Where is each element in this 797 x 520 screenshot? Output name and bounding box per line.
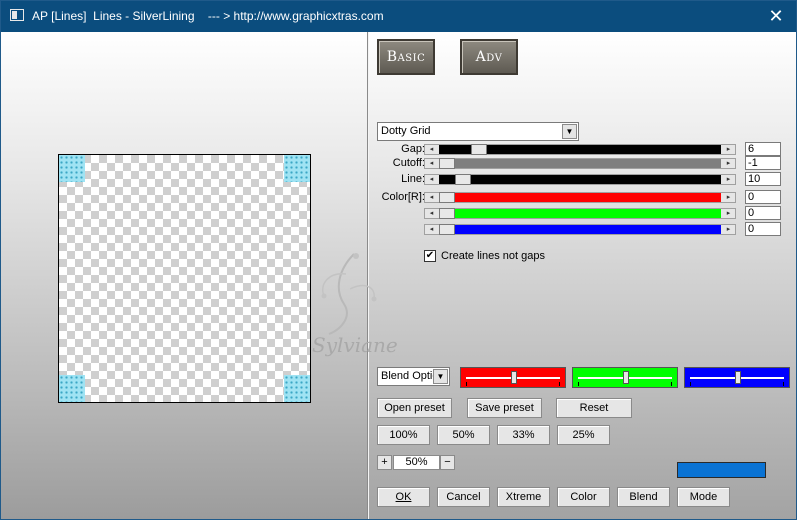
preview-canvas: [58, 154, 311, 403]
slider-left-arrow-icon[interactable]: ◂: [425, 145, 438, 154]
blend-red-knob[interactable]: [511, 371, 517, 384]
ok-button-label: OK: [395, 491, 412, 503]
chevron-down-icon: ▼: [562, 124, 577, 139]
xtreme-button-label: Xtreme: [505, 491, 542, 503]
slider-left-arrow-icon[interactable]: ◂: [425, 225, 438, 234]
slider-value-field[interactable]: 0: [745, 222, 781, 236]
zoom-100-button[interactable]: 100%: [377, 425, 430, 445]
mode-button-label: Mode: [689, 491, 718, 503]
title-bar: AP [Lines] Lines - SilverLining --- > ht…: [1, 1, 796, 32]
zoom-in-button[interactable]: +: [377, 455, 392, 470]
sylviane-watermark: Sylviane: [312, 253, 398, 357]
slider-left-arrow-icon[interactable]: ◂: [425, 175, 438, 184]
slider-right-arrow-icon[interactable]: ▸: [722, 225, 735, 234]
ok-button[interactable]: OK: [377, 487, 430, 507]
slider-thumb[interactable]: [471, 144, 488, 155]
zoom-25-button[interactable]: 25%: [557, 425, 610, 445]
reset-button[interactable]: Reset: [556, 398, 632, 418]
zoom-33-button[interactable]: 33%: [497, 425, 550, 445]
slider-label: Line:: [401, 173, 425, 185]
blend-red-slider[interactable]: [460, 367, 566, 388]
cancel-button[interactable]: Cancel: [437, 487, 490, 507]
slider-label: Cutoff:: [392, 157, 425, 169]
blend-button-label: Blend: [629, 491, 658, 503]
slider-right-arrow-icon[interactable]: ▸: [722, 193, 735, 202]
watermark-text: Sylviane: [312, 333, 398, 357]
color-button[interactable]: Color: [557, 487, 610, 507]
slider-thumb[interactable]: [455, 174, 472, 185]
cancel-button-label: Cancel: [446, 491, 481, 503]
slider-left-arrow-icon[interactable]: ◂: [425, 193, 438, 202]
preset-dropdown-value: Dotty Grid: [381, 125, 431, 137]
close-button[interactable]: ✕: [756, 1, 796, 32]
blend-blue-knob[interactable]: [735, 371, 741, 384]
tab-adv[interactable]: Adv: [460, 39, 518, 75]
slider-thumb[interactable]: [439, 224, 455, 235]
slider-track[interactable]: [439, 193, 721, 202]
slider-thumb[interactable]: [439, 208, 455, 219]
slider-value-field[interactable]: -1: [745, 156, 781, 170]
slider-value-field[interactable]: 6: [745, 142, 781, 156]
window-title: AP [Lines] Lines - SilverLining --- > ht…: [32, 9, 384, 23]
color-swatch[interactable]: [677, 462, 766, 478]
zoom-level: 50%: [393, 455, 440, 470]
slider-thumb[interactable]: [439, 192, 455, 203]
xtreme-button[interactable]: Xtreme: [497, 487, 550, 507]
slider-1[interactable]: ◂ ▸: [424, 158, 736, 169]
slider-2[interactable]: ◂ ▸: [424, 174, 736, 185]
plugin-window: AP [Lines] Lines - SilverLining --- > ht…: [0, 0, 797, 520]
open-preset-button[interactable]: Open preset: [377, 398, 452, 418]
slider-left-arrow-icon[interactable]: ◂: [425, 209, 438, 218]
preset-dropdown[interactable]: Dotty Grid ▼: [377, 122, 579, 141]
create-lines-label: Create lines not gaps: [441, 250, 545, 262]
slider-track[interactable]: [439, 225, 721, 234]
tab-basic[interactable]: Basic: [377, 39, 435, 75]
slider-right-arrow-icon[interactable]: ▸: [722, 175, 735, 184]
slider-value-field[interactable]: 10: [745, 172, 781, 186]
slider-value-field[interactable]: 0: [745, 190, 781, 204]
blend-green-knob[interactable]: [623, 371, 629, 384]
blend-button[interactable]: Blend: [617, 487, 670, 507]
slider-3[interactable]: ◂ ▸: [424, 192, 736, 203]
slider-track[interactable]: [439, 175, 721, 184]
save-preset-button[interactable]: Save preset: [467, 398, 542, 418]
dotty-corner-bottom-left: [59, 375, 85, 402]
blend-blue-slider[interactable]: [684, 367, 790, 388]
slider-right-arrow-icon[interactable]: ▸: [722, 145, 735, 154]
slider-thumb[interactable]: [439, 158, 455, 169]
slider-label: Gap:: [401, 143, 425, 155]
slider-5[interactable]: ◂ ▸: [424, 224, 736, 235]
blend-green-slider[interactable]: [572, 367, 678, 388]
slider-4[interactable]: ◂ ▸: [424, 208, 736, 219]
dotty-corner-top-right: [284, 155, 310, 182]
slider-track[interactable]: [439, 209, 721, 218]
slider-label: Color[R]:: [381, 191, 425, 203]
chevron-down-icon: ▼: [433, 369, 448, 384]
slider-left-arrow-icon[interactable]: ◂: [425, 159, 438, 168]
client-area: Basic Adv Dotty Grid ▼ Gap: ◂ ▸ 6 Cutoff: ◂ ▸ -…: [1, 32, 796, 519]
zoom-50-button[interactable]: 50%: [437, 425, 490, 445]
slider-value-field[interactable]: 0: [745, 206, 781, 220]
color-button-label: Color: [570, 491, 597, 503]
slider-right-arrow-icon[interactable]: ▸: [722, 159, 735, 168]
zoom-out-button[interactable]: −: [440, 455, 455, 470]
app-icon: [10, 9, 24, 21]
dotty-corner-top-left: [59, 155, 85, 182]
slider-right-arrow-icon[interactable]: ▸: [722, 209, 735, 218]
slider-0[interactable]: ◂ ▸: [424, 144, 736, 155]
mode-button[interactable]: Mode: [677, 487, 730, 507]
slider-track[interactable]: [439, 159, 721, 168]
